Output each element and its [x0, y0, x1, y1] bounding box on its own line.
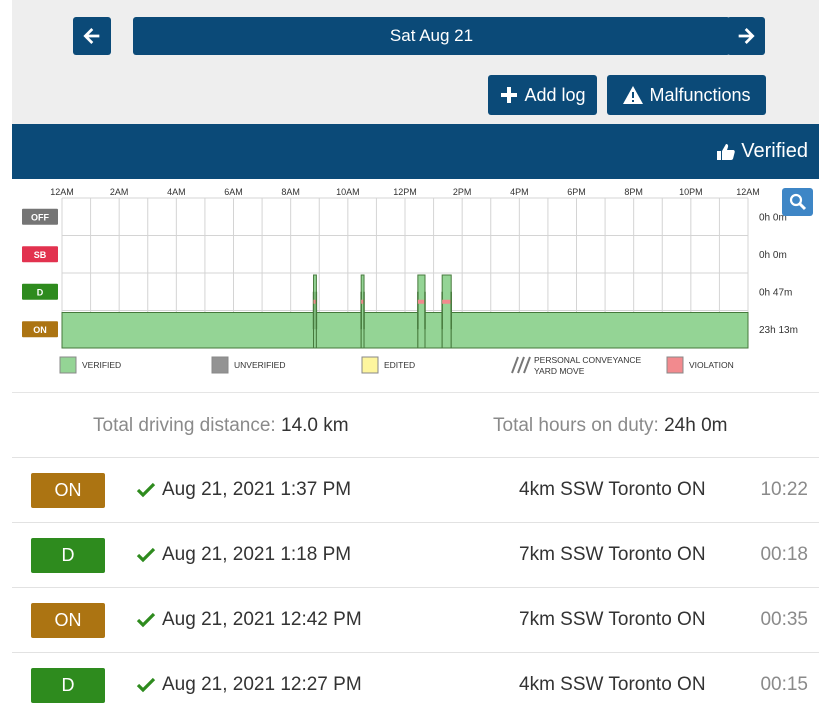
total-distance-value: 14.0 km	[281, 415, 349, 436]
status-segment	[441, 274, 452, 349]
status-segment	[315, 312, 362, 349]
row-total: 23h 13m	[759, 325, 798, 336]
row-badge-label: D	[37, 287, 44, 297]
zoom-button[interactable]	[782, 188, 813, 216]
total-duty-label: Total hours on duty:	[493, 415, 659, 436]
plus-icon	[501, 87, 518, 103]
legend-swatch	[361, 356, 379, 374]
legend-label: VIOLATION	[689, 360, 734, 370]
next-day-button[interactable]	[727, 17, 765, 55]
legend-swatch	[666, 356, 684, 374]
zoom-icon	[789, 193, 806, 211]
row-total: 0h 47m	[759, 287, 792, 298]
log-row[interactable]: D Aug 21, 2021 12:27 PM 4km SSW Toronto …	[12, 653, 819, 714]
log-duration: 00:15	[760, 674, 808, 695]
legend-label: PERSONAL CONVEYANCE	[534, 355, 642, 365]
status-segment	[61, 312, 315, 349]
time-tick-label: 6PM	[567, 187, 586, 197]
time-tick-label: 8PM	[624, 187, 643, 197]
status-badge: D	[31, 538, 105, 573]
thumbs-up-icon	[717, 143, 736, 160]
row-badge-label: SB	[34, 250, 47, 260]
time-tick-label: 8AM	[281, 187, 300, 197]
log-time: Aug 21, 2021 12:42 PM	[162, 609, 362, 630]
duty-status-chart: 12AM 2AM 4AM 6AM 8AM 10AM 12PM 2PM 4PM 6PM 8PM 10PM…	[12, 179, 819, 393]
total-distance: Total driving distance: 14.0 km	[93, 415, 349, 437]
time-tick-label: 12AM	[50, 187, 74, 197]
log-row[interactable]: ON Aug 21, 2021 12:42 PM 7km SSW Toronto…	[12, 588, 819, 653]
chart-svg: 12AM 2AM 4AM 6AM 8AM 10AM 12PM 2PM 4PM 6PM 8PM 10PM…	[22, 187, 798, 376]
log-time: Aug 21, 2021 1:18 PM	[162, 544, 352, 565]
time-tick-label: 12AM	[736, 187, 760, 197]
time-tick-label: 6AM	[224, 187, 243, 197]
nav-area: Sat Aug 21 Add log Malfunctions	[12, 0, 819, 124]
log-location: 7km SSW Toronto ON	[519, 609, 706, 630]
status-segment	[450, 312, 749, 349]
log-row[interactable]: ON Aug 21, 2021 1:37 PM 4km SSW Toronto …	[12, 458, 819, 523]
time-tick-label: 2PM	[453, 187, 472, 197]
check-icon	[136, 612, 156, 628]
arrow-right-icon	[738, 28, 755, 44]
total-duty-hours: Total hours on duty: 24h 0m	[493, 415, 727, 437]
log-time: Aug 21, 2021 1:37 PM	[162, 479, 352, 500]
malfunctions-button[interactable]: Malfunctions	[607, 75, 766, 115]
verified-label: Verified	[741, 140, 808, 162]
status-segment	[363, 312, 419, 349]
status-segment	[424, 312, 443, 349]
status-badge: D	[31, 668, 105, 703]
totals-bar: Total driving distance: 14.0 km Total ho…	[12, 393, 819, 458]
legend-swatch	[59, 356, 77, 374]
row-badge-label: ON	[33, 325, 47, 335]
violation-mark	[442, 299, 452, 304]
row-total: 0h 0m	[759, 250, 787, 261]
log-location: 4km SSW Toronto ON	[519, 479, 706, 500]
add-log-button[interactable]: Add log	[488, 75, 597, 115]
row-badge-label: OFF	[31, 212, 49, 222]
violation-mark	[417, 299, 426, 304]
legend-swatch	[211, 356, 229, 374]
log-row[interactable]: D Aug 21, 2021 1:18 PM 7km SSW Toronto O…	[12, 523, 819, 588]
total-distance-label: Total driving distance:	[93, 415, 276, 436]
check-icon	[136, 677, 156, 693]
legend-label: EDITED	[384, 360, 415, 370]
time-tick-label: 12PM	[393, 187, 417, 197]
total-duty-value: 24h 0m	[664, 415, 728, 436]
malfunctions-label: Malfunctions	[649, 84, 751, 105]
add-log-label: Add log	[524, 84, 586, 105]
time-tick-label: 4AM	[167, 187, 186, 197]
legend-label: VERIFIED	[82, 360, 121, 370]
warning-icon	[623, 86, 644, 104]
date-display[interactable]: Sat Aug 21	[133, 17, 730, 55]
check-icon	[136, 547, 156, 563]
log-location: 4km SSW Toronto ON	[519, 674, 706, 695]
status-badge: ON	[31, 603, 105, 638]
log-duration: 00:35	[760, 609, 808, 630]
time-tick-label: 2AM	[110, 187, 129, 197]
status-banner: Verified	[12, 124, 819, 179]
time-tick-label: 10PM	[679, 187, 703, 197]
time-tick-label: 4PM	[510, 187, 529, 197]
log-duration: 10:22	[760, 479, 808, 500]
status-badge: ON	[31, 473, 105, 508]
time-tick-label: 10AM	[336, 187, 360, 197]
legend-label-secondary: YARD MOVE	[534, 366, 585, 376]
check-icon	[136, 482, 156, 498]
legend-label: UNVERIFIED	[234, 360, 285, 370]
verified-status: Verified	[716, 140, 808, 163]
log-duration: 00:18	[760, 544, 808, 565]
prev-day-button[interactable]	[73, 17, 111, 55]
log-time: Aug 21, 2021 12:27 PM	[162, 674, 362, 695]
log-location: 7km SSW Toronto ON	[519, 544, 706, 565]
arrow-left-icon	[83, 28, 100, 44]
status-segment	[417, 274, 426, 349]
